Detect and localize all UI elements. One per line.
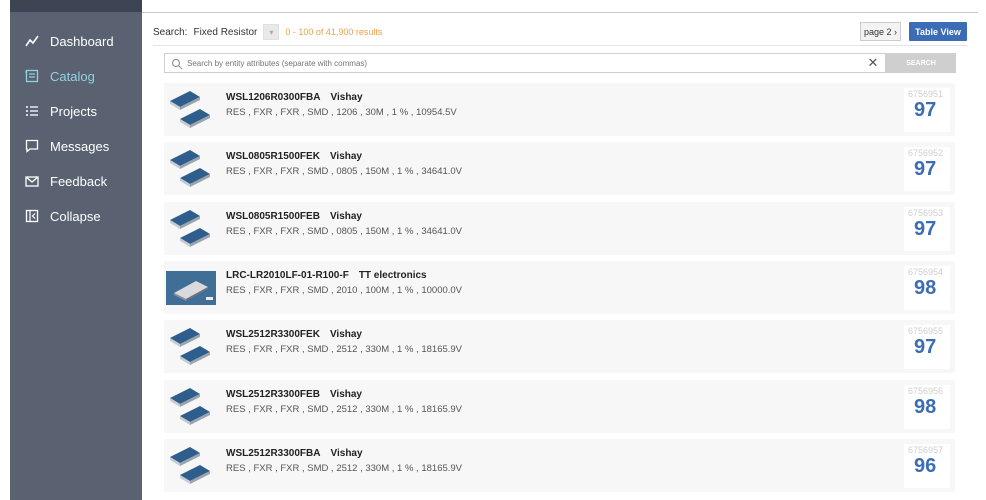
chevron-down-icon[interactable]: ▾: [263, 24, 280, 40]
manufacturer: Vishay: [330, 92, 363, 103]
resistor-photo-image: [166, 267, 216, 307]
part-number[interactable]: LRC-LR2010LF-01-R100-F TT electronics: [226, 270, 427, 281]
collapse-icon: [24, 208, 40, 224]
entity-id: 6756955: [908, 326, 944, 336]
part-number[interactable]: WSL2512R3300FEK Vishay: [226, 329, 362, 340]
divider: [153, 45, 968, 46]
part-attributes: RES , FXR , FXR , SMD , 2512 , 330M , 1 …: [226, 344, 463, 355]
part-attributes: RES , FXR , FXR , SMD , 2512 , 330M , 1 …: [226, 463, 463, 474]
manufacturer: Vishay: [329, 329, 362, 340]
sidebar: Dashboard Catalog Projects Messages Feed: [10, 0, 142, 500]
search-icon: [171, 57, 183, 70]
sidebar-item-label: Messages: [50, 138, 110, 154]
search-box: ✕: [164, 53, 886, 73]
table-view-button[interactable]: Table View: [909, 22, 967, 41]
app-window: Dashboard Catalog Projects Messages Feed: [0, 0, 986, 500]
resistor-chip-image: [166, 89, 216, 129]
catalog-icon: [24, 68, 40, 84]
clear-icon[interactable]: ✕: [865, 55, 881, 71]
list-item[interactable]: WSL1206R0300FBA Vishay RES , FXR , FXR , …: [164, 83, 955, 136]
mail-icon: [24, 173, 40, 189]
part-number[interactable]: WSL0805R1500FEB Vishay: [226, 211, 362, 222]
match-score: 97: [914, 336, 937, 358]
sidebar-item-label: Catalog: [50, 68, 95, 84]
entity-id: 6756957: [908, 445, 944, 455]
category-select[interactable]: Fixed Resistor: [193, 27, 257, 38]
part-number[interactable]: WSL0805R1500FEK Vishay: [226, 151, 362, 162]
match-score: 97: [914, 158, 937, 180]
list-item[interactable]: WSL2512R3300FBA Vishay RES , FXR , FXR , …: [164, 439, 955, 492]
part-number[interactable]: WSL2512R3300FEB Vishay: [226, 389, 362, 400]
sidebar-item-feedback[interactable]: Feedback: [10, 166, 142, 196]
search-label: Search:: [153, 26, 188, 38]
chart-line-icon: [24, 33, 40, 49]
match-score: 97: [914, 99, 937, 121]
resistor-chip-image: [166, 148, 216, 188]
part-attributes: RES , FXR , FXR , SMD , 2512 , 330M , 1 …: [226, 404, 463, 415]
part-attributes: RES , FXR , FXR , SMD , 2010 , 100M , 1 …: [226, 285, 463, 296]
resistor-chip-image: [166, 445, 216, 485]
part-attributes: RES , FXR , FXR , SMD , 1206 , 30M , 1 %…: [226, 107, 457, 118]
sidebar-item-dashboard[interactable]: Dashboard: [10, 26, 142, 56]
match-score: 98: [914, 277, 937, 299]
match-score: 96: [914, 455, 937, 477]
manufacturer: Vishay: [329, 211, 362, 222]
sidebar-header: [10, 0, 142, 12]
match-score: 98: [914, 396, 937, 418]
sidebar-item-label: Feedback: [50, 173, 108, 189]
results-count: 0 - 100 of 41,900 results: [285, 27, 383, 37]
resistor-chip-image: [166, 386, 216, 426]
message-icon: [24, 138, 40, 154]
entity-id: 6756954: [908, 267, 944, 277]
entity-id: 6756953: [908, 208, 944, 218]
list-item[interactable]: WSL0805R1500FEB Vishay RES , FXR , FXR , …: [164, 202, 955, 255]
part-attributes: RES , FXR , FXR , SMD , 0805 , 150M , 1 …: [226, 166, 463, 177]
manufacturer: Vishay: [329, 151, 362, 162]
sidebar-item-catalog[interactable]: Catalog: [10, 61, 142, 91]
resistor-chip-image: [166, 326, 216, 366]
next-page-button[interactable]: page 2 ›: [860, 22, 901, 41]
sidebar-item-label: Collapse: [50, 208, 101, 224]
sidebar-item-label: Projects: [50, 103, 97, 119]
part-attributes: RES , FXR , FXR , SMD , 0805 , 150M , 1 …: [226, 226, 463, 237]
list-item[interactable]: LRC-LR2010LF-01-R100-F TT electronics RES…: [164, 261, 955, 314]
search-button[interactable]: SEARCH: [886, 53, 956, 73]
divider: [142, 12, 978, 13]
manufacturer: Vishay: [330, 448, 363, 459]
part-number[interactable]: WSL1206R0300FBA Vishay: [226, 92, 363, 103]
list-item[interactable]: WSL2512R3300FEK Vishay RES , FXR , FXR , …: [164, 320, 955, 373]
manufacturer: Vishay: [329, 389, 362, 400]
resistor-chip-image: [166, 208, 216, 248]
list-item[interactable]: WSL0805R1500FEK Vishay RES , FXR , FXR , …: [164, 142, 955, 195]
part-number[interactable]: WSL2512R3300FBA Vishay: [226, 448, 363, 459]
search-summary: Search: Fixed Resistor ▾ 0 - 100 of 41,9…: [153, 22, 968, 42]
list-icon: [24, 103, 40, 119]
manufacturer: TT electronics: [358, 270, 427, 281]
main-panel: Search: Fixed Resistor ▾ 0 - 100 of 41,9…: [142, 0, 978, 500]
sidebar-item-label: Dashboard: [50, 33, 114, 49]
search-input[interactable]: [187, 58, 865, 68]
sidebar-item-projects[interactable]: Projects: [10, 96, 142, 126]
sidebar-item-messages[interactable]: Messages: [10, 131, 142, 161]
entity-id: 6756952: [908, 148, 944, 158]
entity-id: 6756956: [908, 386, 944, 396]
match-score: 97: [914, 218, 937, 240]
sidebar-item-collapse[interactable]: Collapse: [10, 201, 142, 231]
list-item[interactable]: WSL2512R3300FEB Vishay RES , FXR , FXR , …: [164, 380, 955, 433]
entity-id: 6756951: [908, 89, 944, 99]
